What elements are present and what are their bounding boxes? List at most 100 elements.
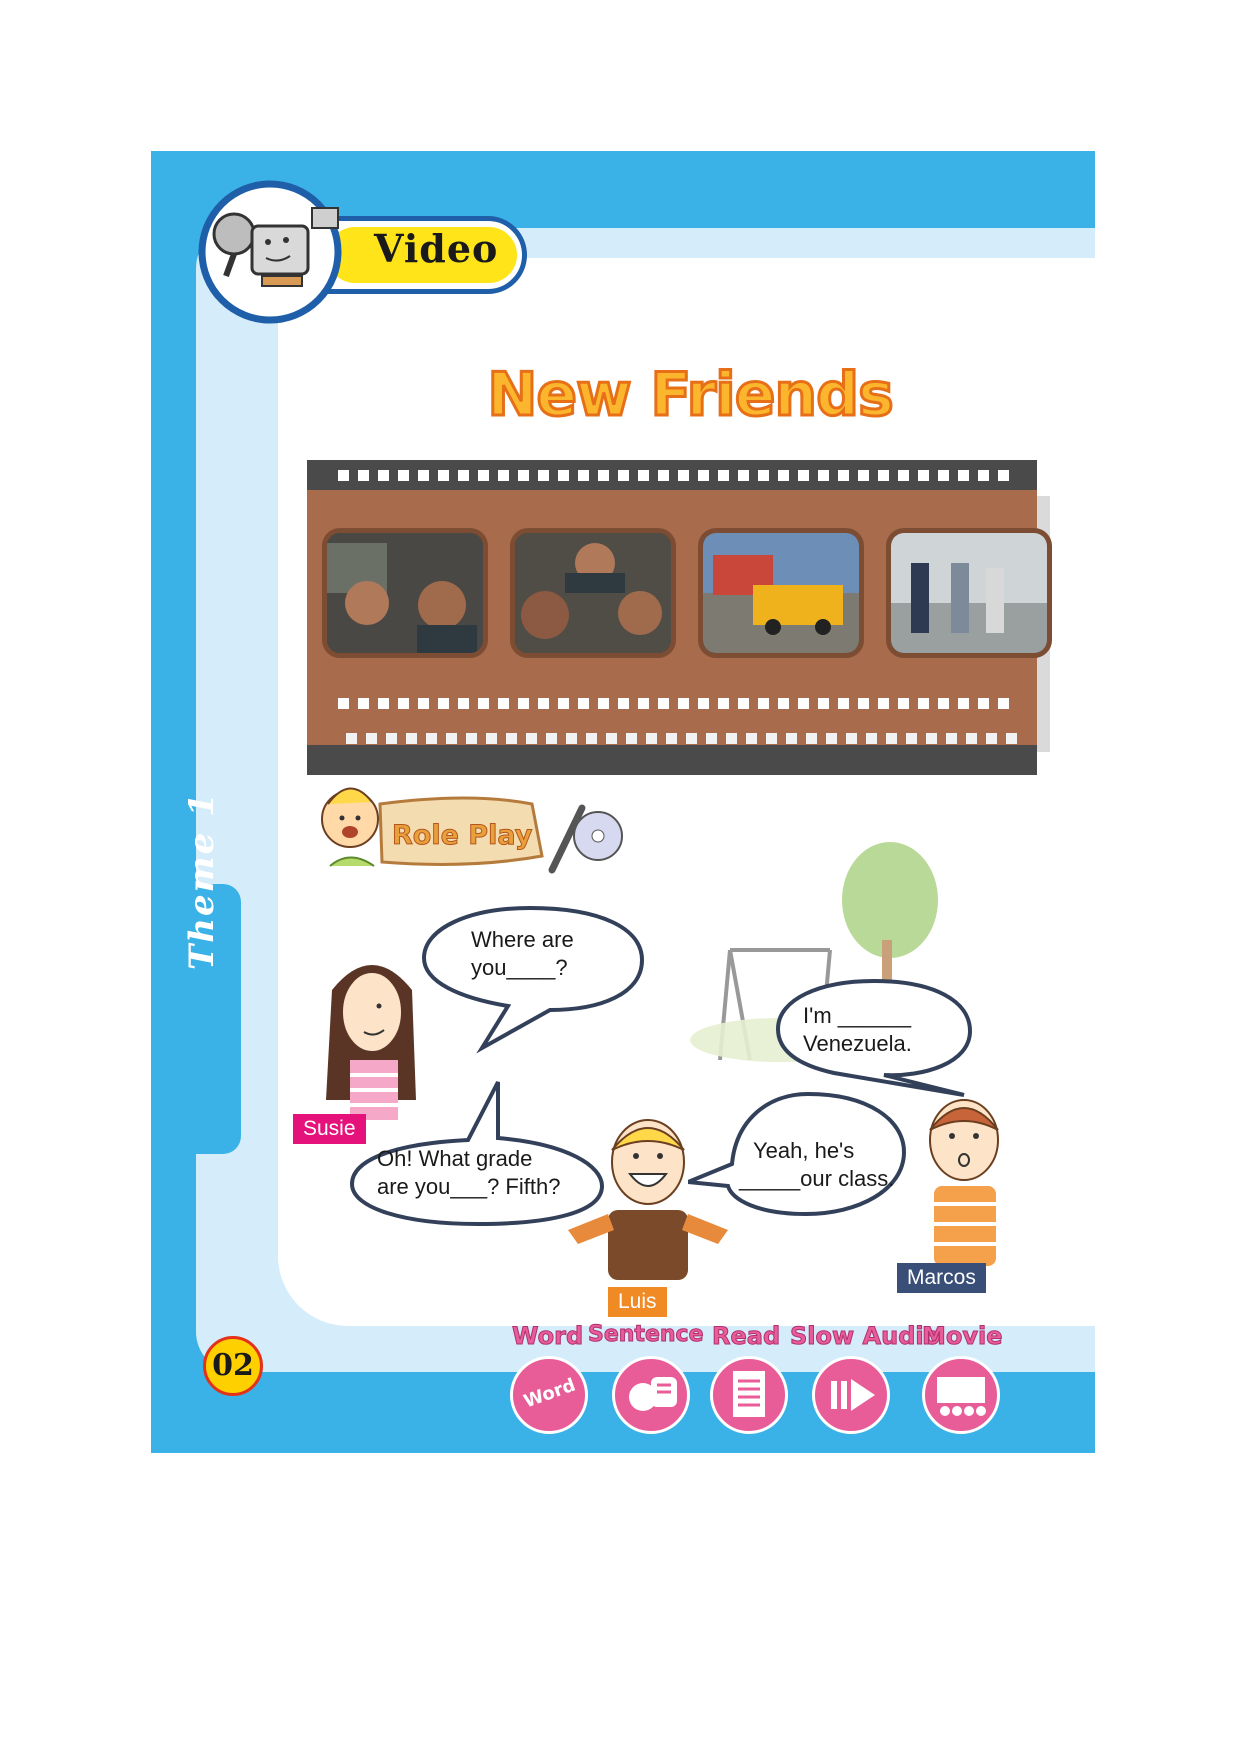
film-perforation (438, 470, 449, 481)
video-thumbnail[interactable] (510, 528, 676, 658)
film-perforation (426, 733, 437, 744)
film-perforation (538, 698, 549, 709)
video-thumbnail[interactable] (698, 528, 864, 658)
film-perforation (638, 470, 649, 481)
film-perforation (718, 698, 729, 709)
section-label: Video (374, 226, 499, 271)
dialogue-line-1b: you____? (471, 955, 568, 980)
film-perforation (658, 698, 669, 709)
film-perforation (858, 698, 869, 709)
film-perforation (858, 470, 869, 481)
film-perforation (758, 470, 769, 481)
role-play-label: Role Play (391, 820, 533, 852)
word-button[interactable]: Word (510, 1356, 588, 1434)
film-perforation (646, 733, 657, 744)
film-perforation (506, 733, 517, 744)
film-perforation (586, 733, 597, 744)
film-perforation (998, 698, 1009, 709)
film-perforation (806, 733, 817, 744)
film-perforation (958, 698, 969, 709)
film-perforation (618, 470, 629, 481)
film-perforation (986, 733, 997, 744)
film-perforation (386, 733, 397, 744)
film-perforation (478, 698, 489, 709)
movie-button[interactable] (922, 1356, 1000, 1434)
film-perforation (558, 470, 569, 481)
film-perforation (526, 733, 537, 744)
film-perforation (1006, 733, 1017, 744)
film-perforation (478, 470, 489, 481)
film-perforation (706, 733, 717, 744)
movie-label: Movie (922, 1322, 1004, 1351)
film-perforation (818, 470, 829, 481)
read-label: Read (711, 1322, 781, 1351)
film-perforation (938, 470, 949, 481)
film-perforation (518, 470, 529, 481)
film-perforation (918, 470, 929, 481)
word-icon: Word (521, 1374, 579, 1413)
film-perforation (466, 733, 477, 744)
film-perforation (998, 470, 1009, 481)
video-thumbnail[interactable] (322, 528, 488, 658)
dialogue-line-2a: I'm ______ (803, 1003, 912, 1028)
video-frames (322, 528, 1052, 658)
word-label: Word (511, 1322, 584, 1351)
film-perforation (846, 733, 857, 744)
theme-label: Theme 1 (182, 791, 222, 970)
film-perforation (658, 470, 669, 481)
film-perforation (798, 470, 809, 481)
film-perforation (718, 470, 729, 481)
film-perforation (558, 698, 569, 709)
name-tag-susie: Susie (293, 1114, 366, 1144)
film-perforation (358, 470, 369, 481)
film-perforation (338, 470, 349, 481)
film-perforations-bottom (338, 698, 1009, 709)
video-thumbnail[interactable] (886, 528, 1052, 658)
film-perforation (626, 733, 637, 744)
film-perforation (746, 733, 757, 744)
film-perforation (818, 698, 829, 709)
dialogue-line-4b: _____our class. (739, 1166, 895, 1191)
name-tag-marcos: Marcos (897, 1263, 986, 1293)
dialogue-line-2b: Venezuela. (803, 1031, 912, 1056)
film-perforation (498, 470, 509, 481)
film-perforation (778, 470, 789, 481)
film-perforation (906, 733, 917, 744)
film-perforation (946, 733, 957, 744)
film-perforation (878, 698, 889, 709)
film-perforations-top (338, 470, 1009, 481)
film-perforation (798, 698, 809, 709)
film-perforation (926, 733, 937, 744)
film-perforation (358, 698, 369, 709)
film-perforation (378, 698, 389, 709)
dialogue-line-3b: are you___? Fifth? (377, 1174, 561, 1199)
film-perforation (966, 733, 977, 744)
film-perforation (838, 698, 849, 709)
film-perforation (606, 733, 617, 744)
film-perforation (878, 470, 889, 481)
film-perforation (406, 733, 417, 744)
film-perforation (886, 733, 897, 744)
film-perforation (346, 733, 357, 744)
slow-audio-button[interactable] (812, 1356, 890, 1434)
film-perforation (458, 698, 469, 709)
film-perforation (446, 733, 457, 744)
film-perforation (578, 698, 589, 709)
film-perforation (678, 698, 689, 709)
film-perforation (918, 698, 929, 709)
page-title: New Friends (486, 359, 896, 432)
film-perforation (898, 698, 909, 709)
luis-character (568, 1119, 728, 1280)
dialogue-line-3a: Oh! What grade (377, 1146, 533, 1171)
film-perforation (778, 698, 789, 709)
film-perforation (766, 733, 777, 744)
read-button[interactable] (710, 1356, 788, 1434)
film-perforation (566, 733, 577, 744)
film-perforation (678, 470, 689, 481)
page-number: 02 (203, 1336, 263, 1396)
sentence-button[interactable] (612, 1356, 690, 1434)
marcos-character (929, 1099, 999, 1266)
dialogue-line-1a: Where are (471, 927, 574, 952)
sentence-label: Sentence (588, 1322, 704, 1348)
dialogue-line-4a: Yeah, he's (753, 1138, 855, 1163)
